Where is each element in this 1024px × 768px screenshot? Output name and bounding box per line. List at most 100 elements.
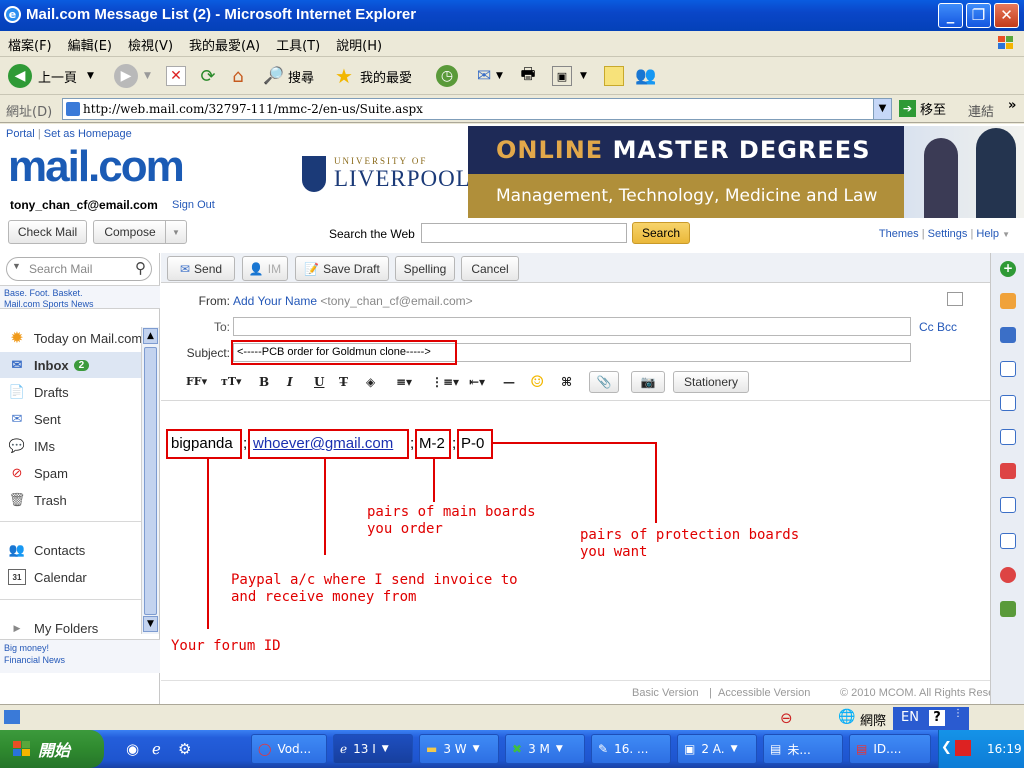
bold-icon[interactable]: B xyxy=(259,375,269,389)
message-body[interactable]: bigpanda ; whoever@gmail.com ; M-2 ; P-0… xyxy=(161,400,990,676)
compose-dropdown[interactable]: ▼ xyxy=(165,220,187,244)
italic-icon[interactable]: I xyxy=(287,375,293,389)
chevron-down-icon[interactable]: ▼ xyxy=(873,99,891,119)
contacts-link[interactable]: 👥 Contacts xyxy=(0,537,141,563)
task-button[interactable]: ℯ 13 I ▼ xyxy=(333,734,413,764)
search-button[interactable]: 🔎 搜尋 xyxy=(263,63,314,89)
calendar-link[interactable]: 31 Calendar xyxy=(0,564,141,590)
search-web-button[interactable]: Search xyxy=(632,222,690,244)
news-link[interactable]: Mail.com Sports News xyxy=(4,299,156,310)
chevron-down-icon[interactable]: ▼ xyxy=(1002,230,1010,239)
tasks-icon[interactable] xyxy=(1000,395,1016,411)
app-quicklaunch-icon[interactable]: ⚙ xyxy=(178,740,191,758)
chevron-left-icon[interactable]: ❮ xyxy=(941,740,952,755)
folder-scrollbar[interactable]: ▲ ▼ xyxy=(141,327,159,634)
close-button[interactable]: ✕ xyxy=(994,3,1019,28)
chevron-down-icon[interactable]: ▼ xyxy=(87,71,94,81)
flag-icon[interactable] xyxy=(1000,463,1016,479)
options-icon[interactable]: ⋮ xyxy=(953,708,963,719)
expand-icon[interactable] xyxy=(947,292,963,306)
emoticon-icon[interactable]: ☺ xyxy=(530,372,544,391)
menu-help[interactable]: 說明(H) xyxy=(328,31,390,54)
compose-button[interactable]: Compose xyxy=(93,220,166,244)
language-bar[interactable]: EN ? ⋮ xyxy=(893,707,969,731)
help-icon[interactable]: ? xyxy=(929,710,945,726)
app-icon[interactable] xyxy=(1000,293,1016,309)
check-mail-button[interactable]: Check Mail xyxy=(8,220,87,244)
highlight-icon[interactable]: ◈ xyxy=(366,375,375,389)
scrollbar-thumb[interactable] xyxy=(144,347,157,615)
bcc-link[interactable]: Bcc xyxy=(937,320,957,334)
favorites-button[interactable]: ★ 我的最愛 xyxy=(334,63,412,89)
menu-view[interactable]: 檢視(V) xyxy=(120,31,181,54)
clock[interactable]: 16:19 xyxy=(987,742,1022,756)
stationery-button[interactable]: Stationery xyxy=(673,371,749,393)
homepage-link[interactable]: Set as Homepage xyxy=(44,128,132,140)
indent-icon[interactable]: ⇤▾ xyxy=(469,375,485,389)
news-link[interactable]: Base. Foot. Basket. xyxy=(4,288,156,299)
task-button[interactable]: ✖ 3 M ▼ xyxy=(505,734,585,764)
search-mail-input[interactable]: ▼ Search Mail ⚲ xyxy=(6,257,152,281)
folder-drafts[interactable]: 📄 Drafts xyxy=(0,379,141,405)
refresh-button[interactable]: ⟳ xyxy=(198,63,218,89)
tray-app-icon[interactable] xyxy=(955,740,971,756)
attach-icon[interactable]: 📎 xyxy=(589,371,619,393)
im-button[interactable]: 👤 IM xyxy=(242,256,288,281)
messenger-button[interactable]: 👥 xyxy=(635,63,656,89)
banner-ad[interactable]: UNIVERSITY OF LIVERPOOL ONLINE MASTER DE… xyxy=(292,126,1024,218)
menu-file[interactable]: 檔案(F) xyxy=(0,31,60,54)
promo-link[interactable]: Big money! xyxy=(4,642,156,654)
scroll-down-icon[interactable]: ▼ xyxy=(143,616,158,632)
address-input[interactable]: http://web.mail.com/32797-111/mmc-2/en-u… xyxy=(62,98,892,120)
menu-edit[interactable]: 編輯(E) xyxy=(60,31,120,54)
stop-button[interactable]: ✕ xyxy=(166,63,186,89)
spelling-button[interactable]: Spelling xyxy=(395,256,455,281)
address-url[interactable]: http://web.mail.com/32797-111/mmc-2/en-u… xyxy=(83,102,423,116)
calendar-app-icon[interactable] xyxy=(1000,361,1016,377)
notes-icon[interactable] xyxy=(1000,429,1016,445)
signout-link[interactable]: Sign Out xyxy=(172,199,215,211)
cc-link[interactable]: Cc xyxy=(919,320,934,334)
accessible-version-link[interactable]: Accessible Version xyxy=(718,687,810,699)
help-link[interactable]: Help xyxy=(976,228,999,240)
blocked-icon[interactable]: ⊖ xyxy=(780,709,793,727)
mailcom-logo[interactable]: mail.com xyxy=(8,142,185,192)
search-icon[interactable]: ⚲ xyxy=(135,259,146,277)
games-icon[interactable] xyxy=(1000,601,1016,617)
settings-link[interactable]: Settings xyxy=(928,228,968,240)
music-icon[interactable] xyxy=(1000,327,1016,343)
folder-spam[interactable]: ⊘ Spam xyxy=(0,460,141,486)
link-icon[interactable]: ⌘ xyxy=(561,375,572,389)
font-family-icon[interactable]: FF▾ xyxy=(186,375,207,388)
horizontal-rule-icon[interactable]: — xyxy=(503,375,515,389)
cancel-button[interactable]: Cancel xyxy=(461,256,519,281)
folder-ims[interactable]: 💬 IMs xyxy=(0,433,141,459)
text-color-icon[interactable]: T̶ xyxy=(339,375,348,389)
start-button[interactable]: 開始 xyxy=(0,730,104,768)
minimize-button[interactable]: _ xyxy=(938,3,963,28)
gauge-icon[interactable] xyxy=(1000,567,1016,583)
mail-button[interactable]: ✉ ▼ xyxy=(474,63,503,89)
underline-icon[interactable]: U xyxy=(314,375,324,389)
task-button[interactable]: ▬ 3 W ▼ xyxy=(419,734,499,764)
print-button[interactable]: 🖶 xyxy=(518,63,538,89)
to-input[interactable] xyxy=(233,317,911,336)
menu-tools[interactable]: 工具(T) xyxy=(268,31,328,54)
home-button[interactable]: ⌂ xyxy=(228,63,248,89)
save-draft-button[interactable]: 📝 Save Draft xyxy=(295,256,389,281)
paypal-email-link[interactable]: whoever@gmail.com xyxy=(253,435,393,452)
media-icon[interactable]: ◉ xyxy=(126,740,139,758)
go-button[interactable]: ➔ 移至 xyxy=(899,99,946,118)
folder-trash[interactable]: 🗑 Trash xyxy=(0,487,141,513)
send-button[interactable]: ✉ Send xyxy=(167,256,235,281)
edit-button[interactable]: ▣ ▼ xyxy=(552,63,587,89)
chevron-right-icon[interactable]: » xyxy=(1008,98,1016,113)
folder-today[interactable]: ✹ Today on Mail.com xyxy=(0,325,141,351)
subject-value[interactable]: <-----PCB order for Goldmun clone-----> xyxy=(237,346,431,358)
add-name-link[interactable]: Add Your Name xyxy=(233,294,317,308)
folder-sent[interactable]: ✉ Sent xyxy=(0,406,141,432)
forward-button[interactable]: ▶ ▼ xyxy=(114,63,151,89)
task-button[interactable]: ▣ 2 A. ▼ xyxy=(677,734,757,764)
promo-link[interactable]: Financial News xyxy=(4,654,156,666)
folder-inbox[interactable]: ✉ Inbox 2 xyxy=(0,352,141,378)
